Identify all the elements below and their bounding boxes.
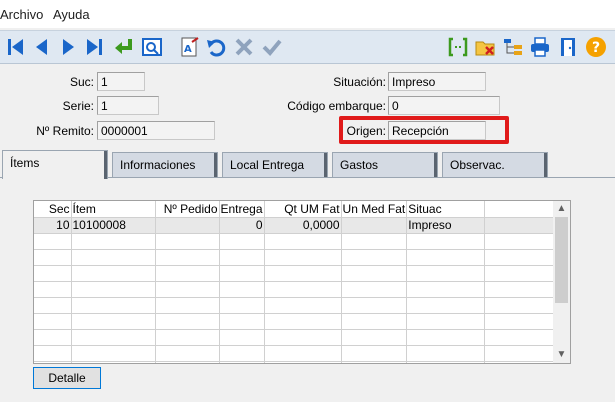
col-header-item[interactable]: Ítem bbox=[71, 201, 156, 218]
col-header-nro-pedido[interactable]: Nº Pedido bbox=[155, 201, 220, 218]
cell-situac: Impreso bbox=[406, 217, 486, 234]
remito-field[interactable]: 0000001 bbox=[97, 121, 215, 140]
detalle-button[interactable]: Detalle bbox=[33, 367, 101, 389]
cell-item: 10100008 bbox=[71, 217, 156, 234]
edit-document-icon[interactable]: A bbox=[178, 35, 202, 59]
tab-items[interactable]: Ítems bbox=[2, 150, 108, 179]
exit-door-icon[interactable] bbox=[556, 35, 580, 59]
first-record-icon[interactable] bbox=[4, 35, 28, 59]
cancel-icon[interactable] bbox=[232, 35, 256, 59]
empty-row[interactable] bbox=[34, 233, 568, 250]
help-icon[interactable]: ? bbox=[584, 35, 608, 59]
empty-row[interactable] bbox=[34, 345, 568, 362]
enter-icon[interactable] bbox=[112, 35, 136, 59]
svg-text:?: ? bbox=[592, 40, 600, 56]
folder-delete-icon[interactable] bbox=[473, 35, 497, 59]
cell-nro-pedido bbox=[155, 217, 220, 234]
tab-gastos[interactable]: Gastos bbox=[332, 152, 438, 177]
cell-entrega: 0 bbox=[219, 217, 265, 234]
cell-qt-um-fat: 0,0000 bbox=[264, 217, 342, 234]
scroll-down-icon[interactable]: ▼ bbox=[553, 347, 570, 363]
svg-text:A: A bbox=[184, 44, 192, 55]
preview-icon[interactable] bbox=[140, 35, 164, 59]
empty-row[interactable] bbox=[34, 265, 568, 282]
col-header-sec[interactable]: Sec bbox=[34, 201, 72, 218]
col-header-situac[interactable]: Situac bbox=[406, 201, 486, 218]
serie-label: Serie: bbox=[62, 99, 94, 113]
menu-archivo[interactable]: Archivo bbox=[0, 7, 43, 22]
origen-highlight-box bbox=[339, 116, 509, 144]
tree-icon[interactable] bbox=[501, 35, 525, 59]
serie-field[interactable]: 1 bbox=[97, 96, 159, 115]
tab-informaciones[interactable]: Informaciones bbox=[112, 152, 218, 177]
cell-sec: 10 bbox=[34, 217, 72, 234]
codigo-embarque-label: Código embarque: bbox=[287, 99, 386, 113]
tab-observac[interactable]: Observac. bbox=[442, 152, 548, 177]
scroll-up-icon[interactable]: ▲ bbox=[553, 201, 570, 217]
last-record-icon[interactable] bbox=[82, 35, 106, 59]
previous-record-icon[interactable] bbox=[30, 35, 54, 59]
grid-header-row: Sec Ítem Nº Pedido Entrega Qt UM Fat Un … bbox=[34, 201, 568, 218]
undo-icon[interactable] bbox=[204, 35, 228, 59]
items-grid[interactable]: Sec Ítem Nº Pedido Entrega Qt UM Fat Un … bbox=[33, 200, 571, 364]
empty-row[interactable] bbox=[34, 329, 568, 346]
cell-un-med-fat bbox=[341, 217, 408, 234]
empty-row[interactable] bbox=[34, 249, 568, 266]
remito-label: Nº Remito: bbox=[36, 124, 94, 138]
next-record-icon[interactable] bbox=[56, 35, 80, 59]
col-header-qt-um-fat[interactable]: Qt UM Fat bbox=[264, 201, 342, 218]
menu-ayuda[interactable]: Ayuda bbox=[53, 7, 90, 22]
grid-vertical-scrollbar[interactable]: ▲ ▼ bbox=[553, 201, 570, 363]
scrollbar-thumb[interactable] bbox=[555, 217, 568, 303]
table-row[interactable]: 10 10100008 0 0,0000 Impreso bbox=[34, 217, 568, 234]
suc-field[interactable]: 1 bbox=[97, 72, 145, 91]
situacion-label: Situación: bbox=[333, 75, 386, 89]
col-header-entrega[interactable]: Entrega bbox=[219, 201, 265, 218]
empty-row[interactable] bbox=[34, 361, 568, 363]
menu-bar: Archivo Ayuda bbox=[0, 0, 615, 28]
toolbar: A ? bbox=[0, 30, 615, 64]
situacion-field[interactable]: Impreso bbox=[388, 72, 486, 91]
printer-icon[interactable] bbox=[528, 35, 552, 59]
empty-row[interactable] bbox=[34, 281, 568, 298]
col-header-un-med-fat[interactable]: Un Med Fat bbox=[341, 201, 408, 218]
codigo-embarque-field[interactable]: 0 bbox=[388, 96, 500, 115]
empty-row[interactable] bbox=[34, 297, 568, 314]
empty-row[interactable] bbox=[34, 313, 568, 330]
suc-label: Suc: bbox=[69, 75, 94, 89]
confirm-icon[interactable] bbox=[260, 35, 284, 59]
bracket-field-icon[interactable] bbox=[446, 35, 470, 59]
tab-local-entrega[interactable]: Local Entrega bbox=[222, 152, 328, 177]
